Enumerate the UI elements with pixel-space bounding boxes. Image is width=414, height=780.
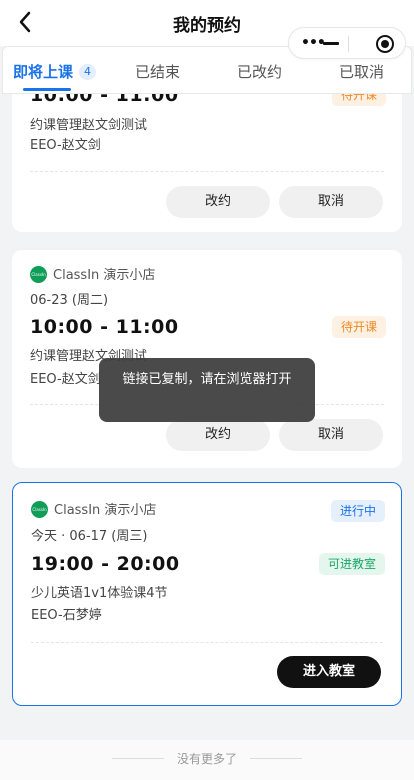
booking-card-live[interactable]: ClassIn ClassIn 演示小店 进行中 今天 · 06-17 (周三) …	[12, 482, 402, 706]
list-end-footer: 没有更多了	[0, 740, 414, 780]
shop-name: ClassIn ClassIn 演示小店	[31, 501, 156, 519]
course-name: 少儿英语1v1体验课4节	[31, 586, 168, 601]
class-date: 06-23 (周二)	[30, 293, 109, 308]
shop-logo-icon: ClassIn	[31, 501, 48, 518]
status-badge: 待开课	[331, 316, 386, 338]
enter-classroom-button[interactable]: 进入教室	[277, 656, 381, 688]
classroom-status-badge: 可进教室	[318, 553, 385, 575]
footer-line-right	[250, 758, 302, 759]
tab-rescheduled[interactable]: 已改约	[237, 61, 282, 83]
shop-logo-icon: ClassIn	[30, 266, 47, 283]
tab-upcoming-label: 即将上课	[13, 63, 74, 81]
teacher-name: EEO-赵文剑	[30, 372, 101, 387]
teacher-name: EEO-石梦婷	[31, 608, 102, 623]
miniprogram-capsule: •••	[288, 27, 406, 59]
cancel-button[interactable]: 取消	[279, 419, 383, 451]
class-time: 10:00 - 11:00	[30, 316, 179, 338]
minimize-icon[interactable]	[323, 42, 339, 45]
reschedule-button[interactable]: 改约	[166, 419, 270, 451]
tab-cancelled[interactable]: 已取消	[339, 61, 384, 83]
class-date: 今天 · 06-17 (周三)	[31, 529, 148, 544]
class-time: 19:00 - 20:00	[31, 553, 180, 575]
shop-name: ClassIn ClassIn 演示小店	[30, 266, 155, 284]
card-divider	[30, 171, 384, 172]
course-name: 约课管理赵文剑测试	[30, 118, 148, 133]
capsule-divider	[348, 36, 349, 52]
shop-name-text: ClassIn 演示小店	[53, 268, 156, 283]
active-tab-indicator	[23, 88, 71, 91]
tab-ended[interactable]: 已结束	[135, 61, 180, 83]
close-target-icon[interactable]	[376, 35, 394, 53]
reschedule-button[interactable]: 改约	[166, 186, 270, 218]
tab-upcoming-count: 4	[79, 64, 97, 80]
copy-link-toast: 链接已复制，请在浏览器打开	[99, 358, 315, 422]
tab-upcoming[interactable]: 即将上课 4	[13, 61, 97, 83]
no-more-text: 没有更多了	[176, 752, 237, 766]
shop-name-text: ClassIn 演示小店	[54, 503, 157, 518]
cancel-button[interactable]: 取消	[279, 186, 383, 218]
card-divider	[31, 642, 383, 643]
status-badge: 进行中	[330, 500, 385, 522]
teacher-name: EEO-赵文剑	[30, 138, 101, 153]
